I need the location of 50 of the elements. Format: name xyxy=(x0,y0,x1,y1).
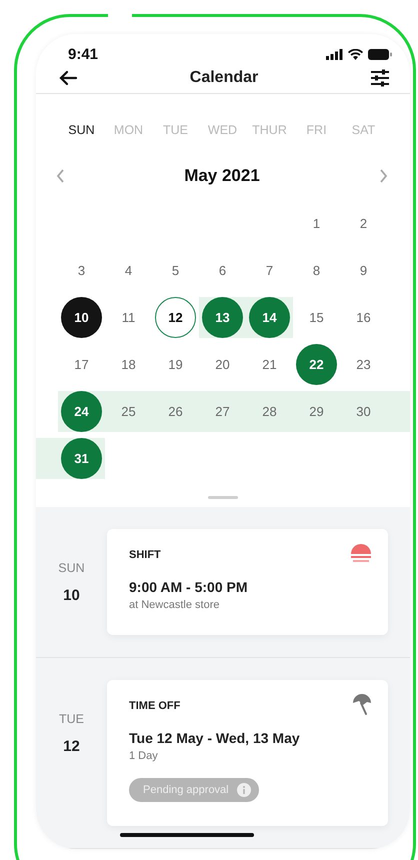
calendar-day[interactable]: 2 xyxy=(343,203,384,244)
calendar-day[interactable]: 6 xyxy=(202,250,243,291)
info-icon xyxy=(236,783,251,797)
filter-button[interactable] xyxy=(368,67,392,89)
calendar-day[interactable]: 31 xyxy=(61,438,102,479)
calendar-day[interactable]: 8 xyxy=(296,250,337,291)
agenda-date: 12 xyxy=(63,738,80,755)
month-title: May 2021 xyxy=(184,166,260,186)
wifi-icon xyxy=(348,49,363,60)
agenda-date: 10 xyxy=(63,587,80,604)
status-time: 9:41 xyxy=(68,46,98,63)
calendar-day[interactable]: 5 xyxy=(155,250,196,291)
umbrella-icon xyxy=(352,694,372,716)
calendar-day[interactable]: 20 xyxy=(202,344,243,385)
calendar-day[interactable]: 24 xyxy=(61,391,102,432)
event-card[interactable]: SHIFT 9:00 AM - 5:00 PM at Newcastle store xyxy=(107,529,388,635)
event-detail: at Newcastle store xyxy=(129,599,220,611)
calendar-day[interactable]: 12 xyxy=(155,297,196,338)
calendar-day[interactable]: 9 xyxy=(343,250,384,291)
battery-icon xyxy=(368,49,392,60)
calendar-day[interactable]: 11 xyxy=(108,297,149,338)
signal-icon xyxy=(326,49,343,60)
calendar-day[interactable]: 21 xyxy=(249,344,290,385)
agenda-weekday: TUE xyxy=(59,712,84,726)
calendar-day[interactable]: 10 xyxy=(61,297,102,338)
event-detail: 1 Day xyxy=(129,750,159,762)
calendar-day[interactable]: 4 xyxy=(108,250,149,291)
calendar-day[interactable]: 1 xyxy=(296,203,337,244)
event-time: 9:00 AM - 5:00 PM xyxy=(129,579,249,595)
status-label: Pending approval xyxy=(143,784,229,796)
event-type: SHIFT xyxy=(129,549,161,561)
drag-handle[interactable] xyxy=(208,496,238,499)
calendar-day[interactable]: 13 xyxy=(202,297,243,338)
event-type: TIME OFF xyxy=(129,700,180,712)
weekday-tab[interactable]: SUN xyxy=(68,123,95,137)
event-card[interactable]: TIME OFF Tue 12 May - Wed, 13 May 1 Day Pending approval xyxy=(107,680,388,826)
calendar-day[interactable]: 23 xyxy=(343,344,384,385)
calendar-day[interactable]: 7 xyxy=(249,250,290,291)
calendar-day[interactable]: 3 xyxy=(61,250,102,291)
calendar-day[interactable]: 22 xyxy=(296,344,337,385)
screen-title: Calendar xyxy=(190,69,258,87)
calendar-day[interactable]: 16 xyxy=(343,297,384,338)
calendar-day[interactable]: 19 xyxy=(155,344,196,385)
calendar-day[interactable]: 17 xyxy=(61,344,102,385)
calendar-day[interactable]: 14 xyxy=(249,297,290,338)
calendar-day[interactable]: 18 xyxy=(108,344,149,385)
event-time: Tue 12 May - Wed, 13 May xyxy=(129,730,301,746)
sunset-icon xyxy=(350,543,372,563)
agenda-weekday: SUN xyxy=(58,561,85,575)
calendar-day[interactable]: 15 xyxy=(296,297,337,338)
